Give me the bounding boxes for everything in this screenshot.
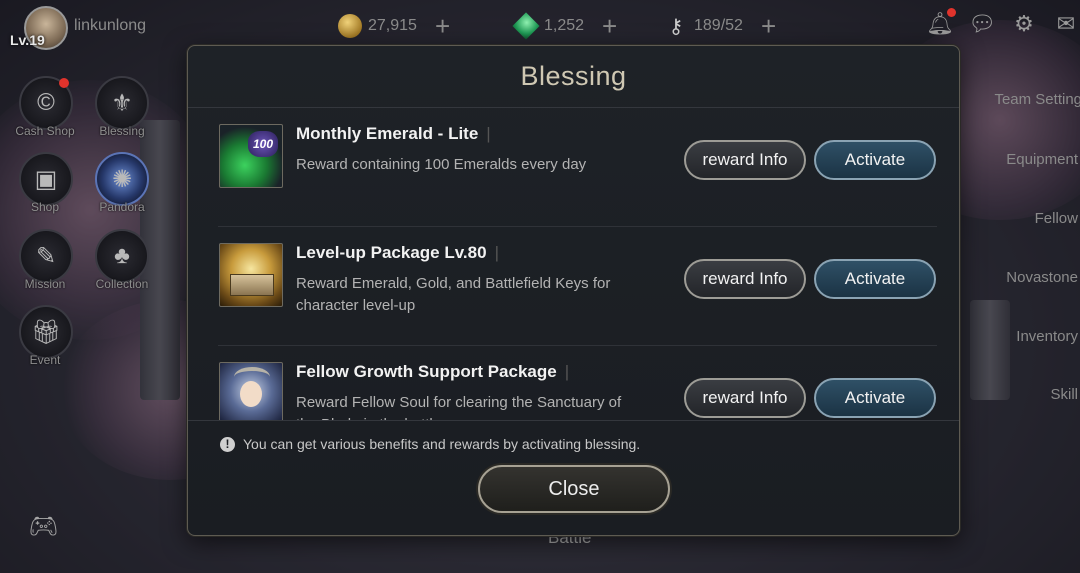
reward-info-button[interactable]: reward Info [684,140,806,180]
event-button[interactable]: 🎁︎ [19,305,73,359]
collection-label: Collection [95,277,149,291]
activate-button[interactable]: Activate [814,259,936,299]
blessing-button[interactable]: ⚜ [95,76,149,130]
novastone-item[interactable]: Novastone [1006,269,1078,286]
inventory-item[interactable]: Inventory [1016,328,1078,345]
collection-book-icon: ♣ [114,242,130,269]
key-value: 189/52 [694,17,743,34]
top-right-icons: 🔔︎ 💬︎ ⚙ ✉ [926,8,1080,38]
list-item: Fellow Growth Support Package | Reward Fe… [218,346,937,420]
emerald-count-badge: 100 [248,131,278,157]
event-label: Event [29,353,61,367]
list-item: 100 Monthly Emerald - Lite | Reward conta… [218,108,937,227]
fellow-portrait-thumbnail [219,362,283,420]
activate-button[interactable]: Activate [814,378,936,418]
gold-coin-icon [338,14,362,38]
gold-currency: 27,915 + [338,12,450,40]
emerald-package-thumbnail: 100 [219,124,283,188]
item-description: Reward containing 100 Emeralds every day [296,156,587,173]
item-description: Reward Fellow Soul for clearing the Sanc… [296,394,622,420]
blessing-modal: Blessing 100 Monthly Emerald - Lite | Rew… [187,45,960,536]
battlefield-key-icon: ⚷ [668,15,684,38]
event-gift-icon: 🎁︎ [30,318,62,346]
mail-icon[interactable]: ✉ [1052,10,1080,38]
skill-item[interactable]: Skill [1050,386,1078,403]
cash-shop-icon: © [37,89,55,116]
chest-icon [230,274,274,296]
modal-header: Blessing [188,46,959,108]
add-emerald-icon[interactable]: + [602,13,617,39]
bell-icon[interactable]: 🔔︎ [926,8,956,38]
item-title: Fellow Growth Support Package | [296,362,570,381]
fellow-face-icon [240,381,262,407]
item-title: Monthly Emerald - Lite | [296,124,491,143]
blessing-list[interactable]: 100 Monthly Emerald - Lite | Reward conta… [218,108,937,420]
modal-footer: ! You can get various benefits and rewar… [188,420,959,535]
shop-chest-icon: ▣ [34,165,58,193]
add-gold-icon[interactable]: + [435,13,450,39]
notification-dot [947,8,956,17]
player-level: Lv.19 [10,32,45,48]
pandora-label: Pandora [99,200,145,214]
chat-icon[interactable]: 💬︎ [968,10,996,38]
blessing-notice: ! You can get various benefits and rewar… [220,436,640,452]
notification-dot [59,78,69,88]
pandora-icon: ✺ [111,165,133,193]
gold-value: 27,915 [368,17,417,34]
cash-shop-button[interactable]: © [19,76,73,130]
add-key-icon[interactable]: + [761,13,776,39]
notice-text: You can get various benefits and rewards… [243,436,641,452]
reward-info-button[interactable]: reward Info [684,259,806,299]
pandora-button[interactable]: ✺ [95,152,149,206]
blessing-icon: ⚜ [111,89,133,117]
item-description: Reward Emerald, Gold, and Battlefield Ke… [296,275,611,314]
mission-button[interactable]: ✎ [19,229,73,283]
reward-info-button[interactable]: reward Info [684,378,806,418]
treasure-chest-thumbnail [219,243,283,307]
player-name: linkunlong [74,17,147,34]
emerald-currency: 1,252 + [512,12,617,40]
gamepad-icon[interactable]: 🎮︎ [28,512,58,541]
list-item: Level-up Package Lv.80 | Reward Emerald, … [218,227,937,346]
item-title: Level-up Package Lv.80 | [296,243,499,262]
activate-button[interactable]: Activate [814,140,936,180]
team-setting-item[interactable]: Team Setting [994,91,1080,108]
shop-button[interactable]: ▣ [19,152,73,206]
key-currency: ⚷ 189/52 + [664,12,776,40]
fellow-item[interactable]: Fellow [1035,210,1078,227]
mission-scroll-icon: ✎ [35,242,57,270]
emerald-value: 1,252 [544,17,585,34]
close-button[interactable]: Close [478,465,670,513]
blessing-label: Blessing [99,124,145,138]
collection-button[interactable]: ♣ [95,229,149,283]
modal-title: Blessing [520,61,627,91]
emerald-icon [512,12,540,40]
exclamation-icon: ! [220,436,235,452]
gear-icon[interactable]: ⚙ [1010,10,1038,38]
equipment-item[interactable]: Equipment [1006,151,1078,168]
